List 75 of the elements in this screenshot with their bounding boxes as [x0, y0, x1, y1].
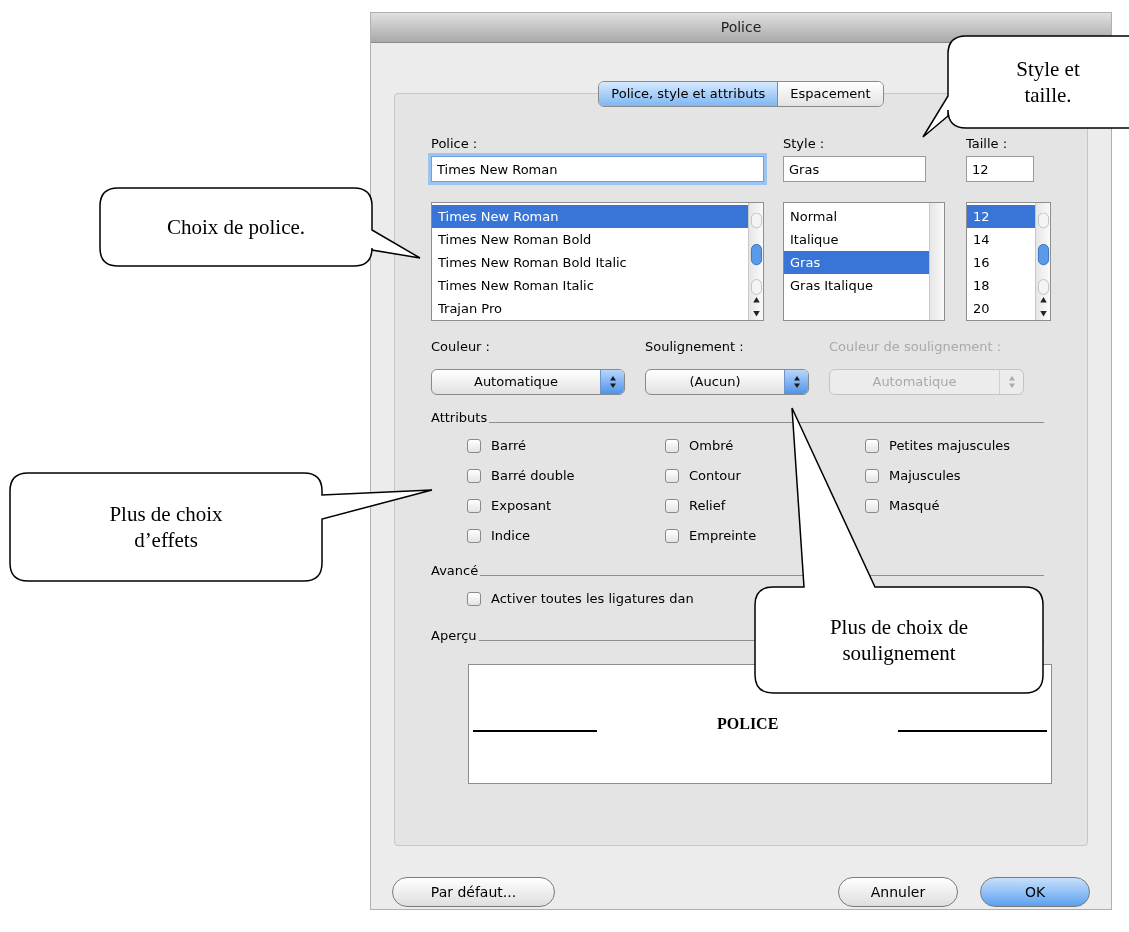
field-label: Style :	[783, 135, 826, 152]
field-label: Soulignement :	[645, 338, 745, 356]
scroll-down-arrow-icon[interactable]	[751, 309, 761, 317]
list-item[interactable]: Trajan Pro	[432, 297, 748, 320]
list-item[interactable]: Gras Italique	[784, 274, 929, 297]
tab[interactable]: Espacement	[777, 82, 883, 106]
checkbox-label: Contour	[689, 466, 741, 485]
checkbox[interactable]	[665, 468, 679, 483]
checkbox-label: Ombré	[689, 436, 734, 455]
field-label: Couleur :	[431, 338, 491, 356]
list-item[interactable]: Times New Roman	[432, 205, 748, 228]
checkbox[interactable]	[665, 528, 679, 543]
scroll-up-arrow-icon[interactable]	[1038, 296, 1048, 304]
scroll-up-arrow-icon[interactable]	[751, 296, 761, 304]
field-label: Taille :	[966, 135, 1009, 152]
list-item[interactable]: 14	[967, 228, 1035, 251]
up-down-arrows-icon	[792, 374, 801, 389]
scroll-thumb-icon[interactable]	[749, 213, 763, 297]
scrollbar[interactable]	[748, 203, 763, 320]
checkbox[interactable]	[865, 468, 879, 483]
checkbox[interactable]	[467, 468, 481, 483]
callout-text: Plus de choix de soulignement	[828, 614, 970, 666]
input-field[interactable]: Times New Roman	[431, 156, 764, 182]
window-title: Police	[720, 18, 762, 37]
list-item[interactable]: 18	[967, 274, 1035, 297]
scroll-thumb-icon[interactable]	[1036, 213, 1050, 297]
checkbox-label: Relief	[689, 496, 726, 515]
checkbox[interactable]	[665, 438, 679, 453]
checkbox-label: Indice	[491, 526, 531, 545]
checkbox-label: Majuscules	[889, 466, 961, 485]
popup-button[interactable]: (Aucun)	[645, 368, 809, 395]
checkbox-label: Activer toutes les ligatures dan	[491, 589, 694, 608]
tab[interactable]: Police, style et attributs	[599, 82, 778, 106]
callout-text: Choix de police.	[165, 214, 307, 240]
checkbox[interactable]	[665, 498, 679, 513]
checkbox-label: Barré double	[491, 466, 575, 485]
list-item[interactable]: Times New Roman Italic	[432, 274, 748, 297]
list-item[interactable]: 12	[967, 205, 1035, 228]
field-label: Couleur de soulignement :	[829, 338, 1003, 356]
checkbox[interactable]	[467, 498, 481, 513]
checkbox-label: Barré	[491, 436, 527, 455]
checkbox[interactable]	[865, 438, 879, 453]
scrollbar[interactable]	[1035, 203, 1050, 320]
section-title: Avancé	[431, 563, 479, 577]
list-item[interactable]: Gras	[784, 251, 929, 274]
checkbox[interactable]	[467, 528, 481, 543]
callout-text: Plus de choix d’effets	[108, 501, 224, 553]
preview-text: POLICE	[717, 713, 779, 734]
scrollbar[interactable]	[929, 203, 944, 320]
list-item[interactable]: Times New Roman Bold	[432, 228, 748, 251]
list-item[interactable]: Italique	[784, 228, 929, 251]
dialog-button[interactable]: Par défaut...	[392, 877, 555, 907]
up-down-arrows-icon	[608, 374, 617, 389]
dialog-button[interactable]: OK	[980, 877, 1090, 907]
dialog-button[interactable]: Annuler	[838, 877, 958, 907]
checkbox[interactable]	[467, 591, 481, 606]
list-item[interactable]: 16	[967, 251, 1035, 274]
section-title: Aperçu	[431, 628, 477, 642]
callout-text: Style et taille.	[1015, 56, 1081, 108]
checkbox-label: Empreinte	[689, 526, 757, 545]
up-down-arrows-icon	[1007, 374, 1016, 389]
popup-button[interactable]: Automatique	[431, 368, 625, 395]
checkbox[interactable]	[467, 438, 481, 453]
checkbox-label: Petites majuscules	[889, 436, 1011, 455]
input-field[interactable]: 12	[966, 156, 1034, 182]
list-item[interactable]: Normal	[784, 205, 929, 228]
field-label: Police :	[431, 135, 479, 152]
checkbox[interactable]	[865, 498, 879, 513]
checkbox-label: Masqué	[889, 496, 940, 515]
list-item[interactable]: 20	[967, 297, 1035, 320]
section-title: Attributs	[431, 410, 488, 424]
scroll-down-arrow-icon[interactable]	[1038, 309, 1048, 317]
checkbox-label: Exposant	[491, 496, 552, 515]
list-item[interactable]: Times New Roman Bold Italic	[432, 251, 748, 274]
input-field[interactable]: Gras	[783, 156, 926, 182]
